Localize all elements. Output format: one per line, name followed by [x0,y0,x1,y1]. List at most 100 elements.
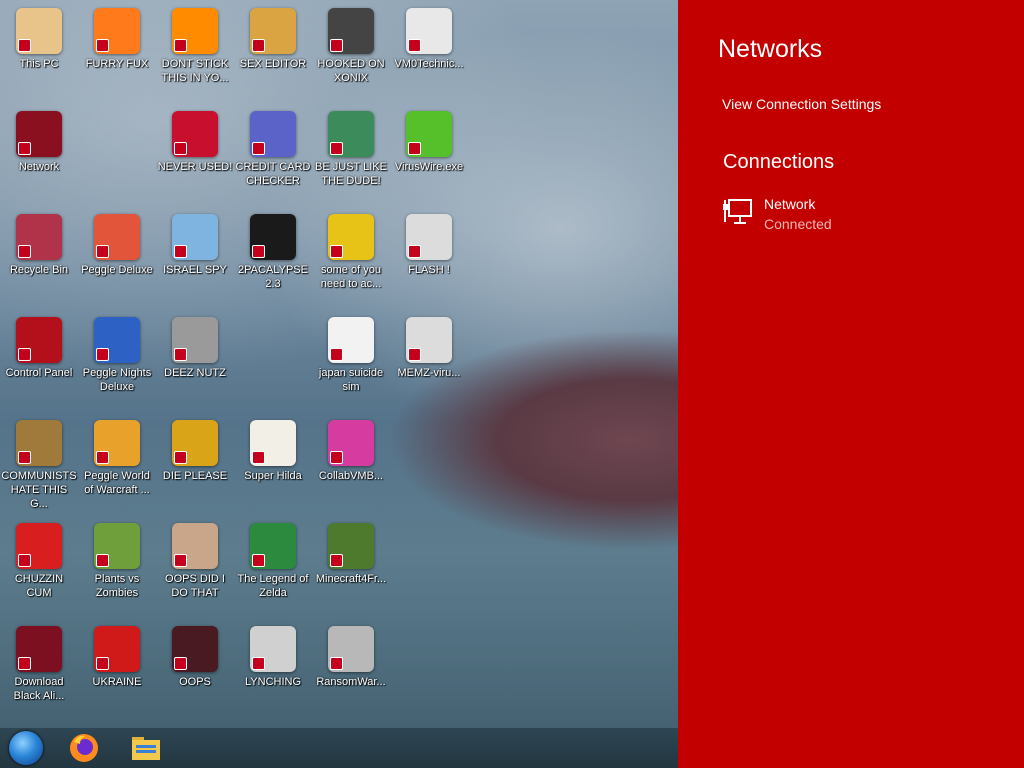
shortcut-badge-icon [174,348,187,361]
desktop-icon[interactable]: COMMUNISTS HATE THIS G... [0,414,78,511]
shortcut-badge-icon [18,39,31,52]
credit-card-icon [250,111,296,157]
desktop-icon[interactable]: NEVER USED! [156,105,234,174]
desktop-icon[interactable]: 2PACALYPSE 2.3 [234,208,312,291]
shortcut-badge-icon [408,39,421,52]
shortcut-badge-icon [96,451,109,464]
recycle-bin-icon [16,214,62,260]
panel-title: Networks [718,35,823,63]
desktop-icon[interactable]: japan suicide sim [312,311,390,394]
terminal-icon [250,214,296,260]
desktop-icon[interactable]: Download Black Ali... [0,620,78,703]
desktop-icon-label: Peggle Deluxe [81,264,153,276]
money-bag-icon [16,420,62,466]
desktop-icon-label: DONT STICK THIS IN YO... [161,58,229,84]
desktop-icon[interactable]: Peggle Nights Deluxe [78,311,156,394]
desktop-icon-label: CREDIT CARD CHECKER [235,161,311,187]
peggle-wow-icon [94,420,140,466]
desktop-icon[interactable]: Recycle Bin [0,208,78,277]
desktop-icon[interactable]: Network [0,105,78,174]
desktop-icon-label: Recycle Bin [9,264,69,276]
shortcut-badge-icon [330,245,343,258]
dark-book-icon [172,626,218,672]
taskbar-file-explorer-button[interactable] [126,731,166,765]
xonix-icon [328,8,374,54]
desktop-icon[interactable]: OOPS [156,620,234,689]
desktop-icon-label: Control Panel [5,367,73,379]
skull-icon [328,626,374,672]
desktop-icon[interactable]: BE JUST LIKE THE DUDE! [312,105,390,188]
desktop-icon[interactable]: FLASH ! [390,208,468,277]
desktop-icon[interactable]: DEEZ NUTZ [156,311,234,380]
desktop-icon[interactable]: some of you need to ac... [312,208,390,291]
shortcut-badge-icon [174,39,187,52]
devcpp-icon [172,111,218,157]
desktop-icon-label: ISRAEL SPY [163,264,227,276]
peggle-icon [94,214,140,260]
desktop-icon[interactable]: HOOKED ON XONIX [312,2,390,85]
desktop-icon[interactable]: CollabVMB... [312,414,390,483]
desktop-icon-label: The Legend of Zelda [237,573,309,599]
desktop-icon-label: Network [18,161,60,173]
desktop-icon[interactable]: SEX EDITOR [234,2,312,71]
desktop-icon[interactable]: LYNCHING [234,620,312,689]
desktop-icon-label: HOOKED ON XONIX [317,58,385,84]
desktop-icon-label: CHUZZIN CUM [14,573,64,599]
desktop-icon-label: NEVER USED! [157,161,233,173]
desktop-icon-label: LYNCHING [244,676,302,688]
connection-status: Connected [764,216,832,232]
desktop-icon[interactable]: CHUZZIN CUM [0,517,78,600]
desktop-icon[interactable]: ISRAEL SPY [156,208,234,277]
shortcut-badge-icon [18,451,31,464]
desktop-icon[interactable]: DIE PLEASE [156,414,234,483]
control-panel-icon [16,317,62,363]
desktop-icon[interactable]: FURRY FUX [78,2,156,71]
dog-icon [328,214,374,260]
taskbar-firefox-button[interactable] [64,731,104,765]
desktop-icon-label: Peggle Nights Deluxe [82,367,152,393]
limewire-icon [406,111,452,157]
desktop-icon[interactable]: Plants vs Zombies [78,517,156,600]
desktop-icon[interactable]: VirusWire.exe [390,105,468,174]
desktop-icon[interactable]: The Legend of Zelda [234,517,312,600]
desktop-icon[interactable]: UKRAINE [78,620,156,689]
desktop-icon[interactable]: RansomWar... [312,620,390,689]
desktop-icon-label: SEX EDITOR [239,58,307,70]
shortcut-badge-icon [252,39,265,52]
desktop-icon[interactable]: MEMZ-viru... [390,311,468,380]
desktop-icon[interactable]: Control Panel [0,311,78,380]
desktop-icon[interactable]: CREDIT CARD CHECKER [234,105,312,188]
wired-network-icon [723,199,752,224]
shortcut-badge-icon [330,39,343,52]
pixel-hero-icon [250,523,296,569]
flash-file-icon [406,214,452,260]
network-connection-item[interactable]: Network Connected [722,194,982,238]
desktop-icon[interactable]: DONT STICK THIS IN YO... [156,2,234,85]
desktop-icon-label: UKRAINE [92,676,142,688]
desktop-icon-label: This PC [19,58,59,70]
desktop-icon-label: FLASH ! [408,264,450,276]
doctor-icon [406,8,452,54]
desktop-icon[interactable]: Peggle Deluxe [78,208,156,277]
connection-name: Network [764,196,816,212]
desktop-icon-label: DEEZ NUTZ [164,367,226,379]
start-button[interactable] [6,731,46,765]
shortcut-badge-icon [252,657,265,670]
view-connection-settings-link[interactable]: View Connection Settings [722,96,881,112]
desktop-icon[interactable]: Peggle World of Warcraft ... [78,414,156,497]
chuzzle-icon [16,523,62,569]
desktop-icon[interactable]: VM0Technic... [390,2,468,71]
minecraft-block-icon [328,523,374,569]
dude-icon [328,111,374,157]
shortcut-badge-icon [252,142,265,155]
desktop[interactable]: This PC FURRY FUX DONT STICK THIS IN YO...… [0,0,678,768]
start-orb-icon [9,731,43,765]
shortcut-badge-icon [408,142,421,155]
desktop-icon[interactable]: Super Hilda [234,414,312,483]
desktop-icon[interactable]: This PC [0,2,78,71]
desktop-icon[interactable]: Minecraft4Fr... [312,517,390,586]
memz-file-icon [406,317,452,363]
pixel-art-icon [250,420,296,466]
desktop-icon[interactable]: OOPS DID I DO THAT [156,517,234,600]
desktop-icon-label: Peggle World of Warcraft ... [84,470,150,496]
